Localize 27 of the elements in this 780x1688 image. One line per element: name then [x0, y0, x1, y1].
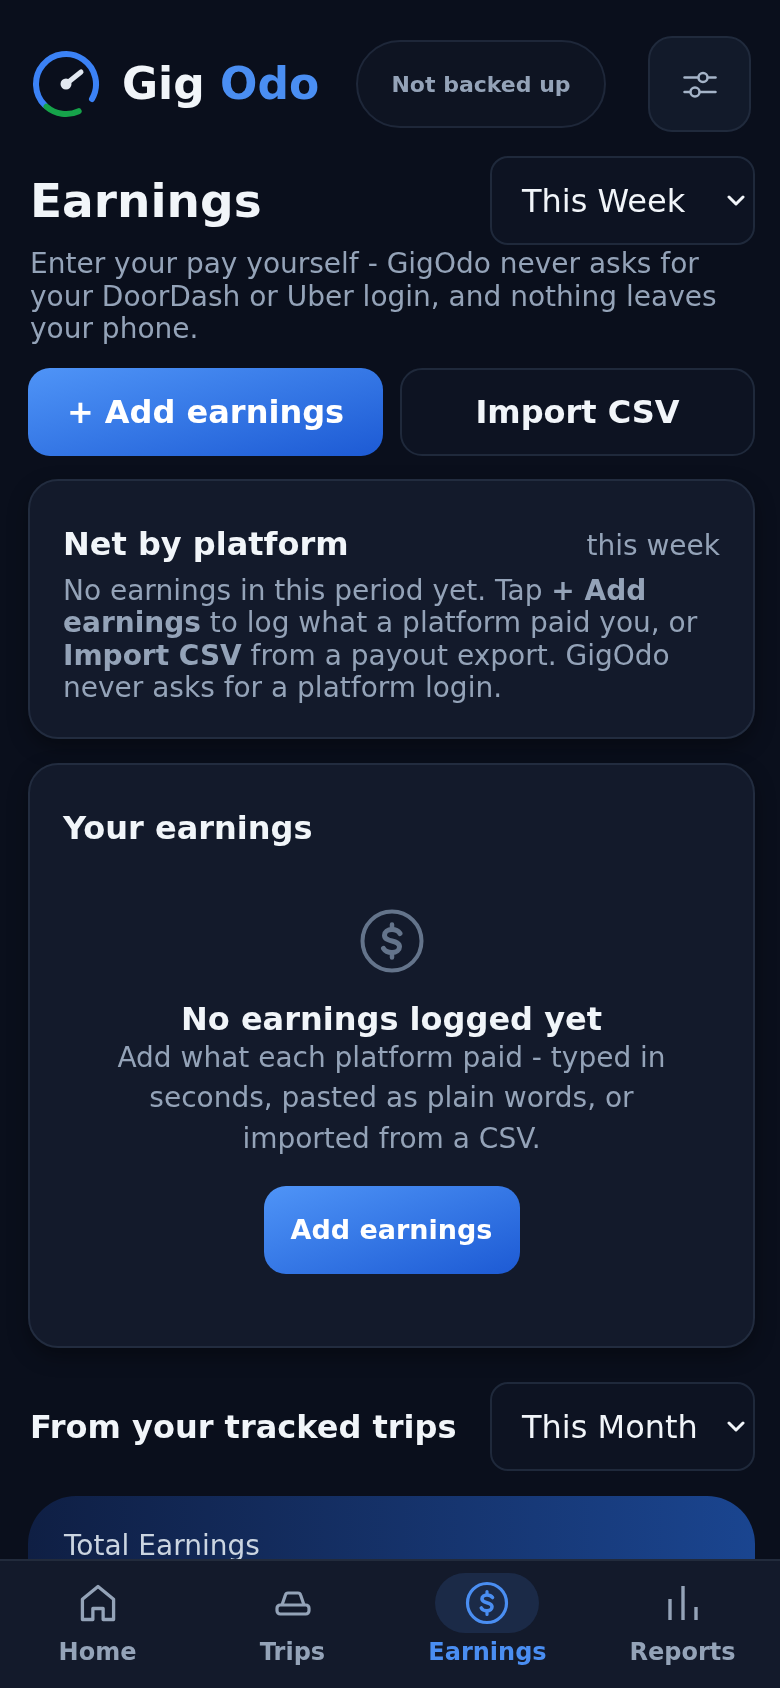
period-label: this week — [586, 527, 721, 564]
chevron-down-icon — [727, 195, 745, 206]
nav-tab[interactable]: Trips — [240, 1573, 345, 1688]
period-select[interactable]: This Week — [490, 156, 755, 245]
period-select[interactable]: This Month — [490, 1382, 755, 1472]
backup-status-button[interactable]: Not backed up — [356, 40, 606, 128]
empty-state-title: No earnings logged yet — [181, 999, 602, 1038]
add-earnings-button[interactable]: Add earnings — [263, 1186, 520, 1275]
section-title: From your tracked trips — [29, 1410, 457, 1443]
chevron-down-icon — [727, 1421, 745, 1433]
settings-button[interactable] — [648, 36, 751, 132]
nav-tab[interactable]: Earnings — [428, 1573, 547, 1688]
nav-tab[interactable]: Home — [45, 1573, 150, 1688]
app-name: Gig Odo — [122, 62, 320, 106]
card-title: Your earnings — [63, 808, 314, 847]
empty-message: No earnings in this period yet. Tap + Add earnings to log what a platform paid you, or Import CSV from a payout export. GigOdo never asks for a platform login. — [63, 574, 699, 705]
nav-tab[interactable]: Reports — [629, 1573, 736, 1688]
page-description: Enter your pay yourself - GigOdo never asks for your DoorDash or Uber login, and nothing leaves your phone. — [29, 248, 718, 346]
import-csv-button[interactable]: Import CSV — [400, 367, 755, 456]
dollar-circle-icon — [359, 908, 424, 973]
empty-state-message: Add what each platform paid - typed in seconds, pasted as plain words, or imported from a CSV. — [116, 1039, 667, 1157]
gauge-logo-icon — [32, 50, 100, 118]
card-title: Net by platform — [63, 524, 349, 563]
add-earnings-button[interactable]: + Add earnings — [28, 367, 383, 456]
sliders-icon — [682, 70, 717, 98]
total-earnings-label: Total Earnings — [64, 1532, 261, 1561]
car-icon — [272, 1589, 313, 1617]
